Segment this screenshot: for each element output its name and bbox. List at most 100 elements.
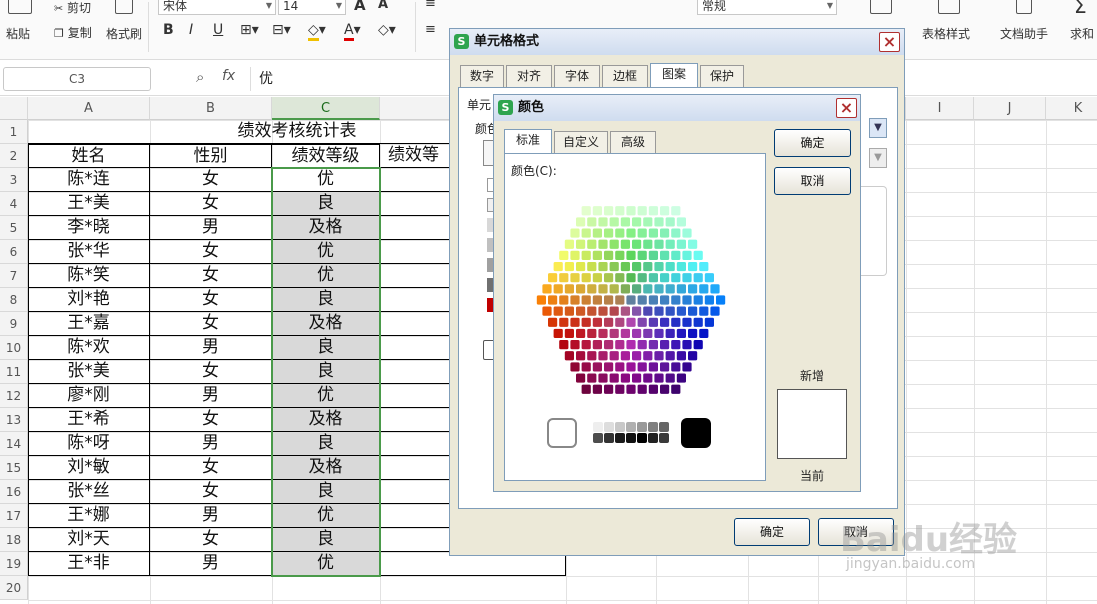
row-header-2[interactable]: 2 — [0, 144, 28, 168]
gender-cell[interactable]: 女 — [150, 528, 272, 552]
tab-pattern[interactable]: 图案 — [650, 63, 698, 87]
name-cell[interactable]: 张*美 — [28, 360, 150, 384]
gender-cell[interactable]: 女 — [150, 192, 272, 216]
name-cell[interactable]: 张*丝 — [28, 480, 150, 504]
font-color-icon[interactable]: A▾ — [344, 22, 361, 41]
row-header-13[interactable]: 13 — [0, 408, 28, 432]
name-cell[interactable]: 刘*敏 — [28, 456, 150, 480]
doc-assistant-icon[interactable] — [1016, 0, 1032, 14]
gray-swatches[interactable] — [593, 422, 675, 446]
table-style-icon[interactable] — [938, 0, 960, 14]
grow-font-button[interactable]: A — [354, 0, 366, 14]
gender-cell[interactable]: 男 — [150, 336, 272, 360]
name-cell[interactable]: 廖*刚 — [28, 384, 150, 408]
row-header-14[interactable]: 14 — [0, 432, 28, 456]
row-header-19[interactable]: 19 — [0, 552, 28, 576]
column-header-i[interactable]: I — [906, 97, 974, 120]
row-header-8[interactable]: 8 — [0, 288, 28, 312]
row-header-9[interactable]: 9 — [0, 312, 28, 336]
tab-protection[interactable]: 保护 — [700, 65, 744, 87]
row-header-4[interactable]: 4 — [0, 192, 28, 216]
column-header-j[interactable]: J — [974, 97, 1046, 120]
column-header-k[interactable]: K — [1046, 97, 1097, 120]
tab-number[interactable]: 数字 — [460, 65, 504, 87]
name-box[interactable]: C3 — [3, 67, 151, 91]
italic-button[interactable]: I — [189, 22, 193, 38]
name-cell[interactable]: 陈*笑 — [28, 264, 150, 288]
cut-button[interactable]: ✂ 剪切 — [54, 0, 91, 16]
borders-icon[interactable]: ⊞▾ — [240, 22, 259, 38]
gender-cell[interactable]: 男 — [150, 504, 272, 528]
underline-button[interactable]: U — [213, 22, 223, 38]
column-header-c[interactable]: C — [272, 97, 380, 120]
number-format-select[interactable]: 常规 ▼ — [697, 0, 837, 15]
name-cell[interactable]: 王*希 — [28, 408, 150, 432]
color-honeycomb[interactable] — [515, 184, 747, 416]
name-cell[interactable]: 王*嘉 — [28, 312, 150, 336]
sum-icon[interactable]: Σ — [1074, 0, 1087, 18]
gender-cell[interactable]: 女 — [150, 480, 272, 504]
row-header-3[interactable]: 3 — [0, 168, 28, 192]
tab-custom[interactable]: 自定义 — [554, 131, 608, 153]
row-header-5[interactable]: 5 — [0, 216, 28, 240]
row-header-11[interactable]: 11 — [0, 360, 28, 384]
format-ok-button[interactable]: 确定 — [734, 518, 810, 546]
gender-cell[interactable]: 女 — [150, 240, 272, 264]
row-header-15[interactable]: 15 — [0, 456, 28, 480]
sum-button[interactable]: 求和 — [1070, 25, 1094, 42]
name-cell[interactable]: 李*晓 — [28, 216, 150, 240]
row-header-18[interactable]: 18 — [0, 528, 28, 552]
copy-button[interactable]: ❐ 复制 — [54, 24, 92, 41]
bold-button[interactable]: B — [163, 22, 174, 38]
format-painter-icon[interactable] — [115, 0, 133, 14]
tab-border[interactable]: 边框 — [602, 65, 648, 87]
row-header-7[interactable]: 7 — [0, 264, 28, 288]
gender-cell[interactable]: 男 — [150, 552, 272, 576]
font-name-select[interactable]: 宋体 ▼ — [158, 0, 276, 15]
gender-cell[interactable]: 女 — [150, 312, 272, 336]
row-header-10[interactable]: 10 — [0, 336, 28, 360]
header-cell[interactable]: 姓名 — [28, 144, 150, 168]
tab-alignment[interactable]: 对齐 — [506, 65, 552, 87]
format-painter-button[interactable]: 格式刷 — [106, 25, 142, 42]
table-style-button[interactable]: 表格样式 — [922, 25, 970, 42]
column-header-a[interactable]: A — [28, 97, 150, 120]
zoom-icon[interactable]: ⌕ — [196, 68, 204, 86]
gender-cell[interactable]: 男 — [150, 432, 272, 456]
close-icon[interactable]: × — [879, 32, 900, 52]
name-cell[interactable]: 陈*欢 — [28, 336, 150, 360]
black-swatch[interactable] — [681, 418, 711, 448]
row-header-12[interactable]: 12 — [0, 384, 28, 408]
select-all-corner[interactable] — [0, 97, 28, 120]
column-header-b[interactable]: B — [150, 97, 272, 120]
name-cell[interactable]: 陈*连 — [28, 168, 150, 192]
gender-cell[interactable]: 男 — [150, 216, 272, 240]
name-cell[interactable]: 刘*天 — [28, 528, 150, 552]
name-cell[interactable]: 王*非 — [28, 552, 150, 576]
gender-cell[interactable]: 女 — [150, 408, 272, 432]
name-cell[interactable]: 王*美 — [28, 192, 150, 216]
fx-icon[interactable]: fx — [222, 68, 235, 84]
gender-cell[interactable]: 女 — [150, 288, 272, 312]
shrink-font-button[interactable]: A — [378, 0, 388, 12]
row-header-16[interactable]: 16 — [0, 480, 28, 504]
gender-cell[interactable]: 女 — [150, 456, 272, 480]
fill-color-icon[interactable]: ◇▾ — [308, 22, 326, 41]
gender-cell[interactable]: 女 — [150, 264, 272, 288]
tab-standard[interactable]: 标准 — [504, 129, 552, 153]
close-icon[interactable]: × — [836, 98, 857, 118]
paste-button[interactable]: 粘贴 — [6, 25, 30, 42]
name-cell[interactable]: 陈*呀 — [28, 432, 150, 456]
clear-format-icon[interactable]: ◇▾ — [378, 22, 396, 38]
header-cell[interactable]: 性别 — [150, 144, 272, 168]
tab-advanced[interactable]: 高级 — [610, 131, 656, 153]
white-swatch[interactable] — [547, 418, 577, 448]
row-header-20[interactable]: 20 — [0, 576, 28, 600]
header-cell[interactable]: 绩效等级 — [272, 144, 380, 168]
name-cell[interactable]: 王*娜 — [28, 504, 150, 528]
gender-cell[interactable]: 女 — [150, 168, 272, 192]
row-header-1[interactable]: 1 — [0, 120, 28, 144]
paste-icon[interactable] — [8, 0, 32, 14]
gender-cell[interactable]: 女 — [150, 360, 272, 384]
format-table-icon[interactable] — [870, 0, 892, 14]
